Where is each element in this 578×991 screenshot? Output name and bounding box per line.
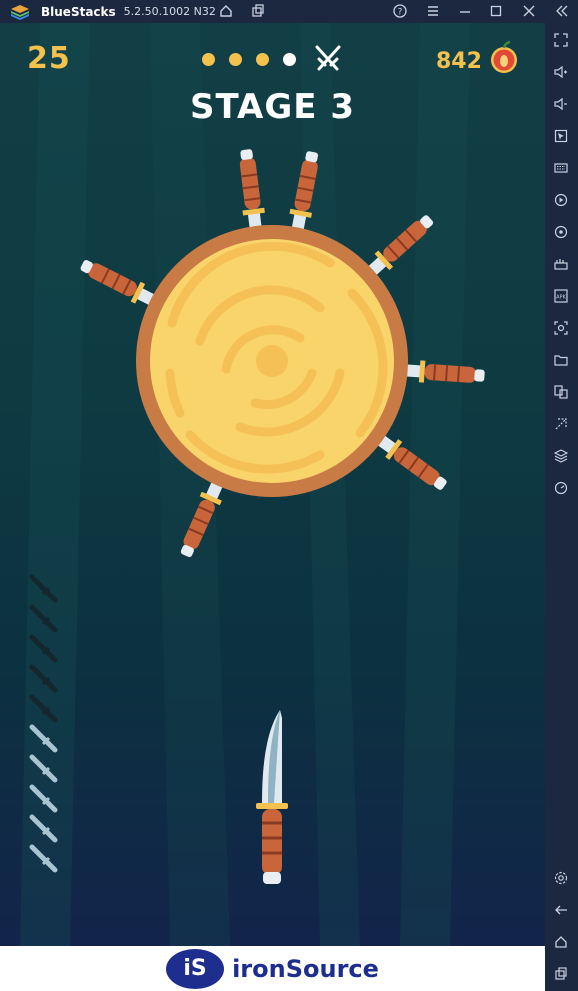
rotate-icon[interactable] bbox=[552, 223, 570, 241]
ironsource-brand: ironSource bbox=[232, 954, 379, 983]
spinning-target-log bbox=[80, 149, 485, 558]
knife-remaining-icon bbox=[28, 813, 58, 843]
screenshot-icon[interactable] bbox=[552, 319, 570, 337]
eco-mode-icon[interactable] bbox=[552, 415, 570, 433]
pointer-icon[interactable] bbox=[552, 127, 570, 145]
recents-icon[interactable] bbox=[552, 965, 570, 983]
keyboard-icon[interactable] bbox=[552, 159, 570, 177]
maximize-icon[interactable] bbox=[487, 2, 505, 20]
volume-down-icon[interactable] bbox=[552, 95, 570, 113]
folder-icon[interactable] bbox=[552, 351, 570, 369]
svg-text:APK: APK bbox=[556, 295, 566, 301]
back-icon[interactable] bbox=[552, 901, 570, 919]
knife-used-icon bbox=[28, 603, 58, 633]
knife-remaining-icon bbox=[28, 783, 58, 813]
knife-used-icon bbox=[28, 633, 58, 663]
fullscreen-icon[interactable] bbox=[552, 31, 570, 49]
menu-icon[interactable] bbox=[424, 2, 442, 20]
knife-remaining-icon bbox=[28, 753, 58, 783]
collapse-sidebar-icon[interactable] bbox=[553, 2, 571, 20]
settings-icon[interactable] bbox=[552, 869, 570, 887]
layers-icon[interactable] bbox=[552, 447, 570, 465]
record-icon[interactable] bbox=[552, 191, 570, 209]
ironsource-logo[interactable]: iS ironSource bbox=[166, 948, 379, 989]
bluestacks-logo-icon bbox=[11, 4, 29, 20]
knife-used-icon bbox=[28, 573, 58, 603]
svg-text:?: ? bbox=[398, 8, 403, 18]
player-knife[interactable] bbox=[252, 708, 292, 886]
app-name: BlueStacks bbox=[41, 4, 116, 19]
multi-instance-icon[interactable] bbox=[249, 2, 267, 20]
emulator-sidebar: APK bbox=[545, 23, 578, 991]
ad-banner[interactable]: iS ironSource bbox=[0, 946, 545, 991]
apk-icon[interactable]: APK bbox=[552, 287, 570, 305]
game-viewport[interactable]: 25 842 STAGE 3 bbox=[0, 23, 545, 946]
macro-icon[interactable] bbox=[552, 255, 570, 273]
performance-icon[interactable] bbox=[552, 479, 570, 497]
minimize-icon[interactable] bbox=[456, 2, 474, 20]
window-titlebar: BlueStacks 5.2.50.1002 N32 ? bbox=[0, 0, 578, 23]
volume-up-icon[interactable] bbox=[552, 63, 570, 81]
home-icon[interactable] bbox=[552, 933, 570, 951]
knife-remaining-icon bbox=[28, 723, 58, 753]
help-icon[interactable]: ? bbox=[391, 2, 409, 20]
app-version: 5.2.50.1002 N32 bbox=[123, 5, 216, 18]
ironsource-badge: iS bbox=[166, 948, 225, 989]
multi-window-icon[interactable] bbox=[552, 383, 570, 401]
knife-used-icon bbox=[28, 663, 58, 693]
knife-used-icon bbox=[28, 693, 58, 723]
close-icon[interactable] bbox=[520, 2, 538, 20]
wood-log bbox=[136, 225, 408, 497]
knife-remaining-icon bbox=[28, 843, 58, 873]
home-icon[interactable] bbox=[217, 2, 235, 20]
knife-counter bbox=[28, 573, 58, 873]
